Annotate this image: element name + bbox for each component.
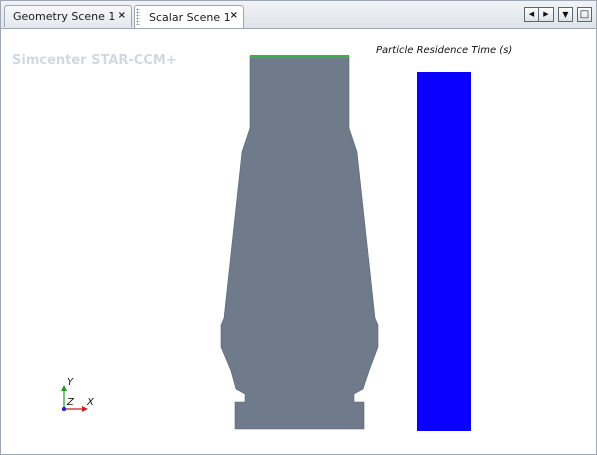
- scroll-left-button[interactable]: ◀: [524, 7, 539, 22]
- close-icon[interactable]: ×: [118, 10, 126, 22]
- tab-bar: Geometry Scene 1 × Scalar Scene 1 × ◀ ▶ …: [1, 1, 596, 29]
- scroll-right-button[interactable]: ▶: [539, 7, 554, 22]
- maximize-button[interactable]: □: [577, 7, 592, 22]
- z-axis-dot: [61, 406, 67, 412]
- scene-window: Geometry Scene 1 × Scalar Scene 1 × ◀ ▶ …: [0, 0, 597, 455]
- x-axis-label: X: [87, 397, 94, 408]
- axis-triad: [61, 385, 88, 412]
- chevron-down-icon: ▼: [562, 9, 569, 19]
- close-icon[interactable]: ×: [230, 10, 238, 22]
- tab-scalar-scene[interactable]: Scalar Scene 1 ×: [134, 5, 244, 28]
- geometry-mesh: [220, 55, 379, 430]
- y-axis-label: Y: [67, 377, 74, 388]
- tab-geometry-scene[interactable]: Geometry Scene 1 ×: [4, 5, 132, 27]
- scene-canvas: [61, 55, 471, 431]
- maximize-icon: □: [579, 8, 590, 20]
- tab-list-button[interactable]: ▼: [558, 7, 573, 22]
- legend-color-bar: [417, 72, 471, 431]
- chevron-left-icon: ◀: [528, 10, 535, 18]
- z-axis-label: Z: [67, 397, 74, 408]
- tab-label: Geometry Scene 1: [13, 10, 116, 23]
- tab-label: Scalar Scene 1: [149, 10, 231, 24]
- chevron-right-icon: ▶: [543, 10, 549, 18]
- scene-viewport[interactable]: Simcenter STAR-CCM+ Particle Residence T…: [2, 29, 596, 454]
